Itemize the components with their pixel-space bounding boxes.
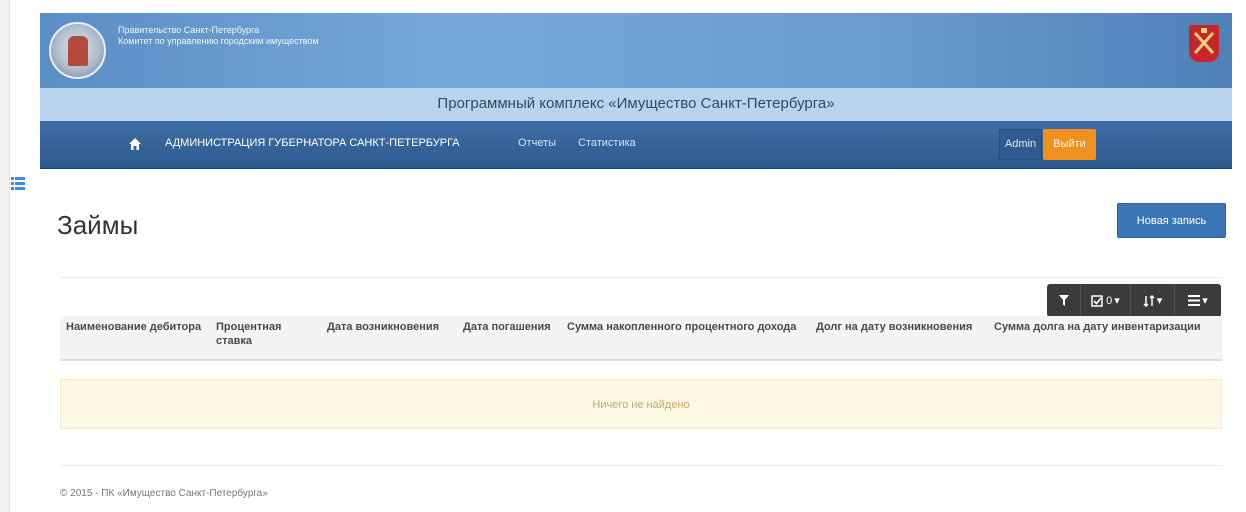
sort-button[interactable]: ▾ (1131, 284, 1175, 317)
divider (60, 465, 1222, 466)
government-emblem-logo (49, 22, 106, 79)
filter-button[interactable] (1047, 284, 1081, 317)
grid-toolbar: 0 ▾ ▾ ▾ (1047, 284, 1221, 317)
table-header-row: Наименование дебитора Процентная ставка … (60, 316, 1222, 361)
column-header-debtor[interactable]: Наименование дебитора (60, 316, 210, 361)
sidebar-strip (0, 0, 10, 512)
column-header-interest-rate[interactable]: Процентная ставка (210, 316, 321, 361)
app-title: Программный комплекс «Имущество Санкт-Пе… (437, 95, 835, 112)
columns-button[interactable]: ▾ (1175, 284, 1221, 317)
page-title: Займы (57, 210, 139, 240)
footer-copyright: © 2015 - ПК «Имущество Санкт-Петербурга» (60, 488, 268, 499)
loans-table: Наименование дебитора Процентная ставка … (60, 316, 1222, 361)
checked-count: 0 (1106, 294, 1113, 307)
columns-icon (1188, 295, 1201, 306)
app-title-bar: Программный комплекс «Имущество Санкт-Пе… (40, 88, 1232, 121)
government-header: Правительство Санкт-Петербурга Комитет п… (40, 13, 1232, 88)
nav-item-statistics[interactable]: Статистика (578, 137, 636, 149)
column-header-repayment-date[interactable]: Дата погашения (457, 316, 561, 361)
checkbox-icon (1091, 294, 1103, 307)
divider (60, 277, 1222, 278)
nav-item-reports[interactable]: Отчеты (518, 137, 556, 149)
home-icon[interactable] (128, 137, 142, 151)
chevron-down-icon: ▾ (1156, 295, 1163, 307)
chevron-down-icon: ▾ (1202, 295, 1208, 307)
org-line-1: Правительство Санкт-Петербурга (118, 25, 260, 35)
filter-icon (1058, 295, 1069, 306)
government-title: Правительство Санкт-Петербурга Комитет п… (118, 25, 319, 47)
nav-item-administration[interactable]: АДМИНИСТРАЦИЯ ГУБЕРНАТОРА САНКТ-ПЕТЕРБУР… (165, 137, 460, 149)
column-header-accrued-interest[interactable]: Сумма накопленного процентного дохода (561, 316, 810, 361)
column-header-debt-on-start[interactable]: Долг на дату возникновения (810, 316, 988, 361)
user-menu-button[interactable]: Admin (999, 129, 1042, 160)
sidebar-toggle-list-icon[interactable] (11, 177, 25, 190)
checked-items-button[interactable]: 0 ▾ (1081, 284, 1131, 317)
new-record-button[interactable]: Новая запись (1117, 203, 1226, 238)
main-navbar: АДМИНИСТРАЦИЯ ГУБЕРНАТОРА САНКТ-ПЕТЕРБУР… (40, 121, 1232, 169)
org-line-2: Комитет по управлению городским имуществ… (118, 36, 319, 46)
coat-of-arms-icon (1189, 25, 1219, 62)
sort-icon (1143, 294, 1155, 307)
column-header-start-date[interactable]: Дата возникновения (321, 316, 457, 361)
empty-results-message: Ничего не найдено (60, 379, 1222, 429)
chevron-down-icon: ▾ (1114, 295, 1120, 307)
logout-button[interactable]: Выйти (1043, 129, 1096, 160)
column-header-debt-on-inventory[interactable]: Сумма долга на дату инвентаризации (988, 316, 1222, 361)
